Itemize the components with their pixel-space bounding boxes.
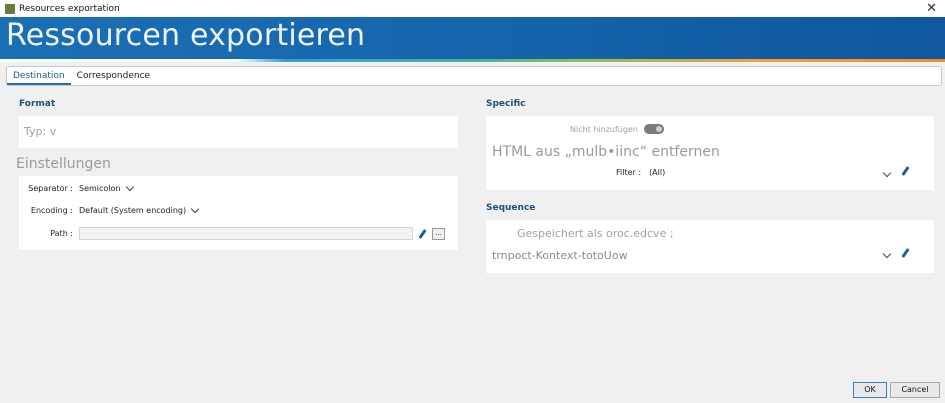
left-panel: Format Typ: v Einstellungen Separator : …	[10, 92, 468, 368]
right-panel: Specific Nicht hinzufügen HTML aus „mulb…	[480, 92, 940, 368]
format-section-title: Format	[19, 99, 56, 109]
html-remove-text: HTML aus „mulb•iinc“ entfernen	[492, 144, 720, 160]
encoding-label: Encoding :	[30, 206, 73, 215]
settings-card: Separator : Semicolon Encoding : Default…	[19, 176, 458, 250]
ok-button[interactable]: OK	[853, 382, 887, 398]
saved-as-text: Gespeichert als oroc.edcve ;	[517, 227, 674, 240]
app-icon	[5, 3, 15, 14]
edit-pencil-icon[interactable]	[418, 228, 427, 239]
sequence-section-title: Sequence	[486, 203, 536, 213]
format-card: Typ: v	[19, 116, 458, 148]
path-label: Path :	[50, 229, 73, 238]
separator-label: Separator :	[28, 184, 73, 193]
edit-pencil-icon[interactable]	[901, 166, 910, 176]
banner-stripe	[0, 59, 945, 62]
toggle-label: Nicht hinzufügen	[570, 124, 638, 134]
settings-section-title: Einstellungen	[16, 156, 111, 172]
chevron-down-icon[interactable]	[882, 168, 892, 178]
window-titlebar: Resources exportation ✕	[0, 0, 945, 17]
separator-select[interactable]: Semicolon	[79, 184, 121, 193]
specific-card: Nicht hinzufügen HTML aus „mulb•iinc“ en…	[486, 116, 934, 190]
tab-destination[interactable]: Destination	[7, 67, 71, 85]
chevron-down-icon[interactable]	[882, 249, 892, 259]
header-banner: Ressourcen exportieren	[0, 17, 945, 59]
tab-correspondence[interactable]: Correspondence	[71, 67, 156, 85]
sequence-card: Gespeichert als oroc.edcve ; trnpoct-Kon…	[486, 220, 934, 273]
filter-select[interactable]: (All)	[649, 168, 665, 177]
browse-button[interactable]: ...	[432, 227, 445, 240]
window-title: Resources exportation	[19, 3, 120, 14]
encoding-select[interactable]: Default (System encoding)	[79, 206, 186, 215]
cancel-button[interactable]: Cancel	[890, 382, 940, 398]
format-type[interactable]: Typ: v	[24, 125, 56, 138]
page-title: Ressourcen exportieren	[6, 18, 366, 53]
path-input[interactable]	[79, 227, 413, 240]
nicht-hinzufuegen-toggle[interactable]	[643, 124, 664, 134]
tab-bar: Destination Correspondence	[6, 66, 942, 86]
context-select[interactable]: trnpoct-Kontext-totoUow	[492, 249, 628, 262]
specific-section-title: Specific	[486, 99, 526, 109]
edit-pencil-icon[interactable]	[901, 248, 910, 258]
filter-label: Filter :	[616, 168, 642, 177]
chevron-down-icon[interactable]	[190, 204, 200, 214]
close-icon[interactable]: ✕	[926, 0, 937, 17]
chevron-down-icon[interactable]	[125, 182, 134, 192]
